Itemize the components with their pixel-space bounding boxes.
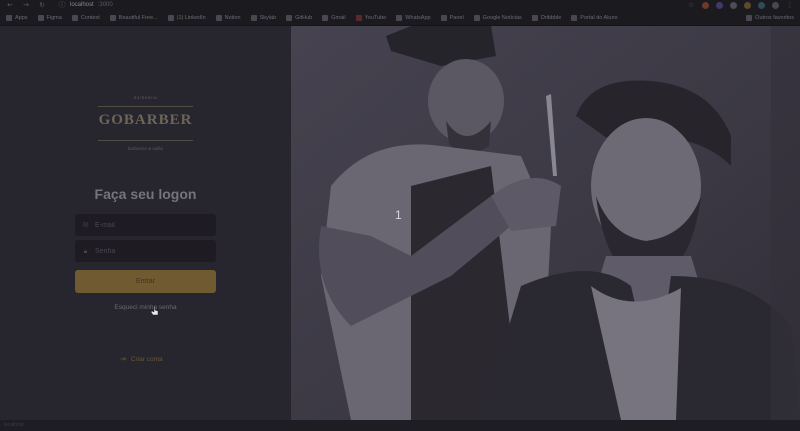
youtube-icon [355,15,362,21]
bookmark-panel[interactable]: Panel [440,15,464,21]
linkedin-icon [167,15,174,21]
email-input[interactable] [95,221,210,229]
brand-logo: GOBARBER [98,112,193,128]
google-news-icon [473,15,480,21]
lock-icon: 🔒︎ [83,246,88,255]
bookmark-github[interactable]: GitHub [286,15,312,21]
reload-icon[interactable]: ↻ [38,1,46,9]
skylab-icon [250,15,257,21]
logo-divider [98,106,193,107]
barber-background-image [291,26,800,420]
brand-top-text: barbearia [133,95,158,100]
overlay-counter: 1 [395,208,402,222]
star-icon[interactable]: ☆ [687,1,695,9]
bookmark-dribbble[interactable]: Dribbble [531,15,561,21]
address-bar[interactable]: ⓘ localhost :3000 [58,1,113,9]
other-bookmarks[interactable]: Outros favoritos [746,15,794,21]
bookmark-apps[interactable]: Apps [6,15,28,21]
password-input[interactable] [95,247,210,255]
logo-divider [98,140,193,141]
hand-cursor-icon [151,306,159,316]
password-field[interactable]: 🔒︎ [75,240,216,262]
form-title: Faça seu logon [94,186,197,202]
whatsapp-icon [396,15,403,21]
brand-tagline: barbearia & salão [127,146,164,151]
unsplash-icon [109,15,116,21]
login-arrow-icon: ⇥ [120,355,126,363]
github-icon [286,15,293,21]
gmail-icon [322,15,329,21]
bookmark-notion[interactable]: Notion [215,15,241,21]
bookmark-google-news[interactable]: Google Notícias [473,15,522,21]
bookmark-beautiful-free[interactable]: Beautiful Free... [109,15,158,21]
bookmark-gmail[interactable]: Gmail [322,15,346,21]
dribbble-icon [531,15,538,21]
bookmark-context[interactable]: Context [71,15,100,21]
bookmark-youtube[interactable]: YouTube [355,15,386,21]
menu-kebab-icon[interactable]: ⋮ [786,1,794,9]
url-host: localhost [70,2,94,8]
status-bar: localhost [0,420,800,431]
url-port: :3000 [97,2,113,8]
create-account-link[interactable]: ⇥ Criar conta [120,355,163,363]
email-field[interactable]: ✉ [75,214,216,236]
browser-toolbar: ← → ↻ ⓘ localhost :3000 ☆ ⋮ [0,0,800,10]
extension-icon[interactable] [716,1,723,9]
status-text: localhost [4,422,24,428]
extensions-area: ☆ ⋮ [687,1,794,9]
mail-icon: ✉ [82,220,89,229]
signin-panel: barbearia GOBARBER barbearia & salão Faç… [0,26,291,420]
extension-icon[interactable] [730,1,737,9]
panel-icon [440,15,447,21]
figma-icon [37,15,44,21]
apps-grid-icon [6,15,12,21]
info-icon: ⓘ [58,1,66,9]
login-button[interactable]: Entrar [75,270,216,293]
back-arrow-icon[interactable]: ← [6,1,14,9]
avatar[interactable] [772,1,779,9]
forgot-password-link[interactable]: Esqueci minha senha [0,304,291,311]
extension-icon[interactable] [702,1,709,9]
bookmark-whatsapp[interactable]: WhatsApp [396,15,431,21]
barber-photo [291,26,800,420]
bookmark-skylab[interactable]: Skylab [250,15,276,21]
forward-arrow-icon[interactable]: → [22,1,30,9]
browser-chrome: ← → ↻ ⓘ localhost :3000 ☆ ⋮ Apps Figma C… [0,0,800,26]
context-icon [71,15,78,21]
notion-icon [215,15,222,21]
create-account-label: Criar conta [130,355,163,363]
bookmark-figma[interactable]: Figma [37,15,62,21]
extension-icon[interactable] [758,1,765,9]
bookmark-portal-do-aluno[interactable]: Portal do Aluno [571,15,618,21]
bookmarks-bar: Apps Figma Context Beautiful Free... (1)… [0,12,800,24]
bookmark-linkedin[interactable]: (1) LinkedIn [167,15,206,21]
extension-icon[interactable] [744,1,751,9]
folder-icon [571,15,578,21]
folder-icon [746,15,753,21]
